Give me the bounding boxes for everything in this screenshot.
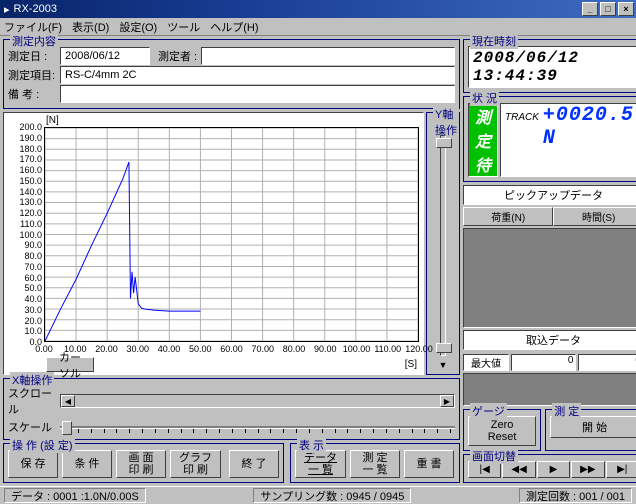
screen-switch-group: 画面切替 |◀ ◀◀ ▶ ▶▶ ▶|	[463, 454, 636, 483]
clock-group: 現在時刻 2008/06/12 13:44:39	[463, 39, 636, 93]
overlay-button[interactable]: 重 書	[404, 450, 454, 478]
torikomi-list[interactable]	[463, 373, 636, 406]
x-scroll-right-icon[interactable]: ▶	[440, 395, 454, 407]
condition-button[interactable]: 条 件	[62, 450, 112, 478]
window-title: RX-2003	[14, 3, 57, 15]
y-axis-op-legend: Y軸操作	[433, 106, 459, 138]
y-slider-track[interactable]	[440, 135, 446, 356]
measurement-content-legend: 測定内容	[10, 33, 58, 49]
maximize-button[interactable]: □	[600, 2, 616, 16]
close-button[interactable]: ×	[618, 2, 634, 16]
clock-value: 2008/06/12 13:44:39	[468, 46, 636, 88]
measure-group: 測 定 開 始	[545, 409, 636, 451]
status-group: 状 況 測定待 TRACK +0020.5 N	[463, 96, 636, 182]
minimize-button[interactable]: _	[582, 2, 598, 16]
chart-panel: [N] [S] 0.010.020.030.040.050.060.070.08…	[3, 112, 424, 375]
note-label: 備 考 :	[8, 86, 56, 102]
operator-label: 測定者 :	[158, 48, 197, 64]
x-scale-slider[interactable]	[60, 419, 455, 435]
gauge-legend: ゲージ	[470, 403, 507, 419]
display-legend: 表 示	[297, 437, 326, 453]
save-button[interactable]: 保 存	[8, 450, 58, 478]
plot-area	[44, 127, 419, 342]
graph-print-button[interactable]: グラフ 印 刷	[170, 450, 221, 478]
menu-bar: ファイル(F) 表示(D) 設定(O) ツール ヘルプ(H)	[0, 18, 636, 36]
transport-play-button[interactable]: ▶	[537, 461, 570, 478]
transport-next-button[interactable]: ▶▶	[571, 461, 604, 478]
status-bar: データ : 0001 :1.0N/0.00S サンプリング数 : 0945 / …	[0, 486, 636, 504]
status-tag: 測定待	[468, 103, 498, 177]
start-button[interactable]: 開 始	[550, 416, 636, 438]
title-bar: ▸ RX-2003 _ □ ×	[0, 0, 636, 18]
scroll-label: スクロール	[8, 385, 56, 417]
torikomi-val2: 0	[578, 354, 636, 371]
gauge-group: ゲージ Zero Reset	[463, 409, 541, 451]
menu-tool[interactable]: ツール	[167, 19, 200, 35]
torikomi-max-label: 最大値	[463, 354, 509, 371]
pickup-col-load[interactable]: 荷重(N)	[463, 207, 553, 226]
item-label: 測定項目:	[8, 67, 56, 83]
x-scrollbar[interactable]: ◀ ▶	[60, 394, 455, 408]
chart-svg	[45, 128, 418, 341]
x-axis-ticks: 0.0010.0020.0030.0040.0050.0060.0070.008…	[44, 344, 419, 356]
data-list-button[interactable]: データ 一 覧	[295, 450, 346, 478]
status-value: +0020.5 N	[543, 104, 634, 150]
pickup-list[interactable]	[463, 228, 636, 328]
cursor-button[interactable]: カーソル	[46, 357, 94, 372]
pickup-col-time[interactable]: 時間(S)	[553, 207, 636, 226]
meas-list-button[interactable]: 測 定 一 覧	[350, 450, 400, 478]
x-unit-label: [S]	[405, 359, 417, 370]
measurement-content-group: 測定内容 測定日 : 2008/06/12 測定者 : 測定項目: RS-C/4…	[3, 39, 460, 109]
display-group: 表 示 データ 一 覧 測 定 一 覧 重 書	[290, 443, 460, 483]
ops-legend: 操 作 (設 定)	[10, 437, 75, 453]
menu-help[interactable]: ヘルプ(H)	[210, 19, 258, 35]
note-field[interactable]	[60, 85, 455, 103]
x-scale-thumb[interactable]	[62, 421, 72, 435]
track-label: TRACK	[505, 112, 539, 123]
date-label: 測定日 :	[8, 48, 56, 64]
operator-field[interactable]	[201, 47, 455, 65]
y-axis-op-group: Y軸操作 ▲ ▼	[426, 112, 460, 375]
menu-view[interactable]: 表示(D)	[72, 19, 109, 35]
x-axis-op-group: X軸操作 スクロール ◀ ▶ スケール	[3, 378, 460, 440]
y-slider-thumb-top[interactable]	[436, 138, 452, 148]
menu-settings[interactable]: 設定(O)	[119, 19, 157, 35]
item-field[interactable]: RS-C/4mm 2C	[60, 66, 455, 84]
y-slider-down-icon[interactable]: ▼	[439, 360, 448, 370]
y-unit-label: [N]	[46, 115, 59, 126]
status-readout: TRACK +0020.5 N	[500, 103, 636, 177]
transport-last-button[interactable]: ▶|	[606, 461, 636, 478]
zero-reset-button[interactable]: Zero Reset	[468, 416, 536, 446]
y-axis-ticks: 0.010.020.030.040.050.060.070.080.090.01…	[6, 117, 44, 342]
x-scroll-left-icon[interactable]: ◀	[61, 395, 75, 407]
app-icon: ▸	[4, 3, 10, 16]
x-axis-op-legend: X軸操作	[10, 372, 54, 388]
torikomi-val1: 0	[511, 354, 576, 371]
status-data: データ : 0001 :1.0N/0.00S	[4, 488, 146, 503]
y-slider-thumb-bottom[interactable]	[436, 343, 452, 353]
measure-legend: 測 定	[552, 403, 581, 419]
exit-button[interactable]: 終 了	[229, 450, 279, 478]
date-field[interactable]: 2008/06/12	[60, 47, 150, 65]
ops-group: 操 作 (設 定) 保 存 条 件 画 面 印 刷 グラフ 印 刷 終 了	[3, 443, 284, 483]
clock-legend: 現在時刻	[470, 33, 518, 49]
screen-switch-legend: 画面切替	[470, 448, 518, 464]
status-legend: 状 況	[470, 90, 499, 106]
scale-label: スケール	[8, 419, 56, 435]
screen-print-button[interactable]: 画 面 印 刷	[116, 450, 166, 478]
status-count: 測定回数 : 001 / 001	[519, 488, 632, 503]
pickup-header: ピックアップデータ	[463, 185, 636, 205]
status-sampling: サンプリング数 : 0945 / 0945	[253, 488, 411, 503]
torikomi-header: 取込データ	[463, 330, 636, 350]
